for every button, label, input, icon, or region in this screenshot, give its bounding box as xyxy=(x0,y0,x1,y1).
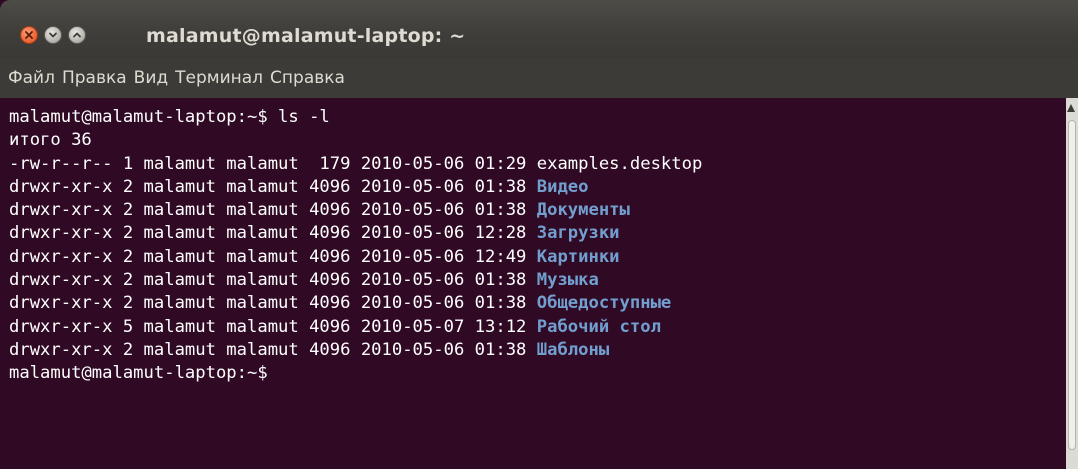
directory-name: Картинки xyxy=(536,246,620,267)
minimize-button[interactable] xyxy=(44,26,62,44)
directory-name: Документы xyxy=(536,200,630,221)
title-bar[interactable]: malamut@malamut-laptop: ~ xyxy=(0,0,1078,58)
entry-meta: drwxr-xr-x 2 malamut malamut 4096 2010-0… xyxy=(9,176,537,197)
entry-meta: drwxr-xr-x 2 malamut malamut 4096 2010-0… xyxy=(9,223,537,244)
listing-row: drwxr-xr-x 2 malamut malamut 4096 2010-0… xyxy=(9,339,1066,362)
entry-meta: drwxr-xr-x 2 malamut malamut 4096 2010-0… xyxy=(9,200,537,221)
menu-help[interactable]: Справка xyxy=(270,68,345,88)
menu-terminal[interactable]: Терминал xyxy=(175,68,263,88)
directory-name: Видео xyxy=(536,176,589,197)
window-title: malamut@malamut-laptop: ~ xyxy=(146,25,466,47)
maximize-button[interactable] xyxy=(68,26,86,44)
terminal-output[interactable]: malamut@malamut-laptop:~$ ls -l итого 36… xyxy=(0,98,1066,469)
directory-name: Музыка xyxy=(536,270,599,291)
command-line: malamut@malamut-laptop:~$ ls -l xyxy=(9,107,330,127)
close-icon xyxy=(25,31,33,39)
directory-name: Общедоступные xyxy=(536,293,672,314)
total-line: итого 36 xyxy=(9,130,92,151)
menu-bar: Файл Правка Вид Терминал Справка xyxy=(0,58,1078,98)
listing-row: -rw-r--r-- 1 malamut malamut 179 2010-05… xyxy=(9,153,1066,176)
listing-row: drwxr-xr-x 2 malamut malamut 4096 2010-0… xyxy=(9,292,1066,315)
terminal-window: malamut@malamut-laptop: ~ Файл Правка Ви… xyxy=(0,0,1078,469)
menu-view[interactable]: Вид xyxy=(134,68,168,88)
scroll-up-icon[interactable] xyxy=(1067,104,1075,112)
prompt-line: malamut@malamut-laptop:~$ xyxy=(9,363,279,384)
listing-row: drwxr-xr-x 2 malamut malamut 4096 2010-0… xyxy=(9,222,1066,245)
menu-file[interactable]: Файл xyxy=(8,68,55,88)
entry-meta: -rw-r--r-- 1 malamut malamut 179 2010-05… xyxy=(9,153,537,174)
entry-meta: drwxr-xr-x 5 malamut malamut 4096 2010-0… xyxy=(9,316,537,337)
directory-name: Рабочий стол xyxy=(536,316,661,337)
vertical-scrollbar[interactable] xyxy=(1066,98,1078,469)
close-button[interactable] xyxy=(20,26,38,44)
entry-meta: drwxr-xr-x 2 malamut malamut 4096 2010-0… xyxy=(9,339,537,360)
menu-edit[interactable]: Правка xyxy=(62,68,127,88)
entry-meta: drwxr-xr-x 2 malamut malamut 4096 2010-0… xyxy=(9,293,537,314)
file-name: examples.desktop xyxy=(536,153,703,174)
directory-name: Шаблоны xyxy=(536,339,610,360)
listing-row: drwxr-xr-x 5 malamut malamut 4096 2010-0… xyxy=(9,316,1066,339)
scrollbar-thumb[interactable] xyxy=(1068,120,1076,450)
directory-name: Загрузки xyxy=(536,223,620,244)
listing-row: drwxr-xr-x 2 malamut malamut 4096 2010-0… xyxy=(9,176,1066,199)
maximize-icon xyxy=(73,32,81,38)
entry-meta: drwxr-xr-x 2 malamut malamut 4096 2010-0… xyxy=(9,246,537,267)
window-controls xyxy=(20,26,86,44)
listing-row: drwxr-xr-x 2 malamut malamut 4096 2010-0… xyxy=(9,246,1066,269)
listing-row: drwxr-xr-x 2 malamut malamut 4096 2010-0… xyxy=(9,269,1066,292)
listing-row: drwxr-xr-x 2 malamut malamut 4096 2010-0… xyxy=(9,199,1066,222)
entry-meta: drwxr-xr-x 2 malamut malamut 4096 2010-0… xyxy=(9,270,537,291)
minimize-icon xyxy=(49,32,57,38)
